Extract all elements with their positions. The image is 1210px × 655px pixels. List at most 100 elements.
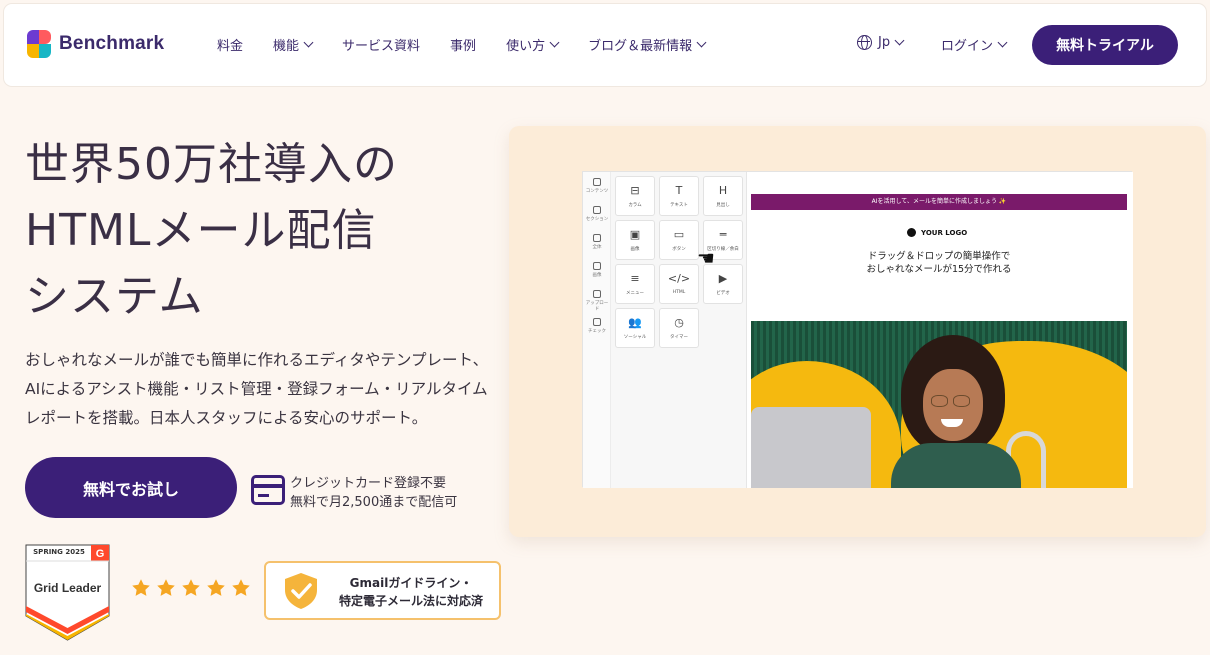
credit-card-icon <box>251 475 285 505</box>
menu-icon: ≡ <box>630 272 640 285</box>
block-column: ⊟ カラム <box>615 176 655 216</box>
rail-label: セクション <box>585 217 609 222</box>
block-label: テキスト <box>670 203 688 208</box>
nav-item-pricing[interactable]: 料金 <box>217 35 243 54</box>
email-editor-mockup: コンテンツ セクション 全体 画像 アップロード チェック ⊟ カラム T テキスト… <box>582 171 1133 488</box>
block-label: 見出し <box>716 203 730 208</box>
email-canvas: AIを活用して、メールを簡単に作成しましょう ✨ YOUR LOGO ドラッグ＆… <box>747 172 1133 488</box>
email-headline: ドラッグ＆ドロップの簡単操作で おしゃれなメールが15分で作れる <box>751 250 1127 276</box>
language-label: Jp <box>878 35 891 50</box>
block-label: メニュー <box>626 291 644 296</box>
block-video: ▶ ビデオ <box>703 264 743 304</box>
star-rating <box>131 578 251 598</box>
block-image: ▣ 画像 <box>615 220 655 260</box>
drag-hand-cursor-icon: ☚ <box>697 246 715 270</box>
login-label: ログイン <box>941 39 994 54</box>
rail-label: 全体 <box>592 245 602 250</box>
main-menu: 料金 機能 サービス資料 事例 使い方 ブログ＆最新情報 <box>217 35 735 54</box>
image-icon <box>593 262 601 270</box>
block-text: T テキスト <box>659 176 699 216</box>
chevron-down-icon <box>549 37 560 48</box>
rail-label: チェック <box>588 329 606 334</box>
nav-item-label: ブログ＆最新情報 <box>588 39 693 54</box>
svg-text:G: G <box>96 548 105 560</box>
heading-icon: H <box>718 184 728 197</box>
contents-icon <box>593 178 601 186</box>
g2-season: SPRING 2025 <box>33 548 85 556</box>
image-icon: ▣ <box>629 228 641 241</box>
block-palette: ⊟ カラム T テキスト H 見出し ▣ 画像 ▭ ボタン ═ 区切り線／余白 ≡ メニュー … <box>611 172 747 488</box>
logo-text: Benchmark <box>59 33 165 54</box>
social-icon: 👥 <box>628 316 642 329</box>
block-button: ▭ ボタン <box>659 220 699 260</box>
block-label: 画像 <box>630 247 640 252</box>
block-timer: ◷ タイマー <box>659 308 699 348</box>
shield-check-icon <box>285 573 317 609</box>
nav-item-how-to[interactable]: 使い方 <box>506 35 560 54</box>
nav-item-features[interactable]: 機能 <box>273 35 314 54</box>
rail-label: 画像 <box>592 273 602 278</box>
note-line: クレジットカード登録不要 <box>290 476 447 491</box>
login-menu[interactable]: ログイン <box>941 35 1008 54</box>
g2-title: Grid Leader <box>33 581 102 595</box>
block-html: </> HTML <box>659 264 699 304</box>
rail-label: コンテンツ <box>585 189 609 194</box>
global-icon <box>593 234 601 242</box>
ai-banner: AIを活用して、メールを簡単に作成しましょう ✨ <box>751 194 1127 210</box>
rail-item-images: 画像 <box>585 262 609 278</box>
star-icon <box>232 579 250 596</box>
nav-item-label: 料金 <box>217 39 244 54</box>
rail-item-upload: アップロード <box>585 290 609 312</box>
chevron-down-icon <box>894 35 905 46</box>
block-label: ビデオ <box>716 291 730 296</box>
button-icon: ▭ <box>673 228 685 241</box>
nav-item-blog[interactable]: ブログ＆最新情報 <box>588 35 707 54</box>
nav-item-label: 事例 <box>450 39 477 54</box>
nav-item-service-docs[interactable]: サービス資料 <box>342 35 420 54</box>
clock-icon: ◷ <box>674 316 684 329</box>
hero-title: 世界50万社導入の HTMLメール配信 システム <box>25 132 495 330</box>
nav-item-label: 使い方 <box>506 39 546 54</box>
star-icon <box>157 579 175 596</box>
note-line: 無料で月2,500通まで配信可 <box>290 495 458 510</box>
upload-icon <box>593 290 601 298</box>
editor-side-rail: コンテンツ セクション 全体 画像 アップロード チェック <box>583 172 611 488</box>
free-try-button[interactable]: 無料でお試し <box>25 457 237 518</box>
nav-item-case-studies[interactable]: 事例 <box>450 35 476 54</box>
trash-icon <box>593 318 601 326</box>
star-icon <box>182 579 200 596</box>
benchmark-logo[interactable]: Benchmark <box>27 30 164 58</box>
no-credit-card-note: クレジットカード登録不要 無料で月2,500通まで配信可 <box>290 474 457 512</box>
top-navigation: Benchmark 料金 機能 サービス資料 事例 使い方 ブログ＆最新情報 J… <box>4 4 1206 86</box>
compliance-text: Gmailガイドライン・ 特定電子メール法に対応済 <box>326 574 496 610</box>
compliance-badge: Gmailガイドライン・ 特定電子メール法に対応済 <box>264 561 501 620</box>
block-label: ソーシャル <box>623 335 647 340</box>
block-label: カラム <box>628 203 642 208</box>
column-icon: ⊟ <box>630 184 640 197</box>
free-trial-button[interactable]: 無料トライアル <box>1032 25 1178 65</box>
chevron-down-icon <box>696 37 707 48</box>
hero-title-line: システム <box>25 271 204 322</box>
text-icon: T <box>675 184 683 197</box>
block-label: タイマー <box>670 335 688 340</box>
hero-title-line: HTMLメール配信 <box>25 205 377 256</box>
rail-item-global: 全体 <box>585 234 609 250</box>
chevron-down-icon <box>303 37 314 48</box>
star-icon <box>207 579 225 596</box>
rail-item-check: チェック <box>585 318 609 334</box>
email-headline-line: おしゃれなメールが15分で作れる <box>866 264 1012 275</box>
code-icon: </> <box>667 272 691 285</box>
hero-title-line: 世界50万社導入の <box>25 139 398 190</box>
language-selector[interactable]: Jp <box>857 35 905 50</box>
hero-description: おしゃれなメールが誰でも簡単に作れるエディタやテンプレート、AIによるアシスト機… <box>25 351 489 427</box>
star-icon <box>132 579 150 596</box>
nav-item-label: 機能 <box>273 39 300 54</box>
rail-item-contents: コンテンツ <box>585 178 609 194</box>
email-logo: YOUR LOGO <box>907 228 967 237</box>
play-icon: ▶ <box>718 272 728 285</box>
rail-item-section: セクション <box>585 206 609 222</box>
section-icon <box>593 206 601 214</box>
block-label: ボタン <box>672 247 686 252</box>
g2-grid-leader-badge: G SPRING 2025 Grid Leader <box>25 544 110 641</box>
logo-dot-icon <box>907 228 916 237</box>
